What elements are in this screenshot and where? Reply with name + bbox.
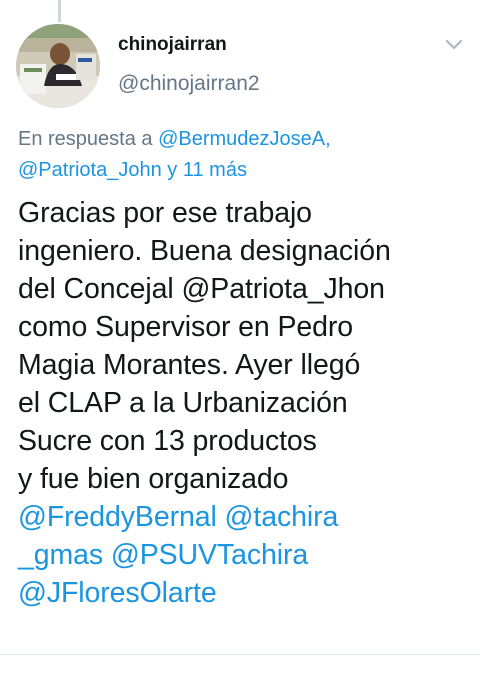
thread-connector-line <box>58 0 61 22</box>
mention-link[interactable]: @tachira <box>225 501 339 533</box>
tweet-text-line: Sucre con 13 productos <box>18 425 317 457</box>
tweet-mention-line: _gmas @PSUVTachira <box>18 536 468 574</box>
tweet-text-line: Gracias por ese trabajo <box>18 197 312 229</box>
reply-mention-link[interactable]: @BermudezJoseA, <box>158 128 331 150</box>
divider <box>0 654 480 655</box>
mention-link[interactable]: @JFloresOlarte <box>18 577 217 609</box>
tweet-text-line: como Supervisor en Pedro <box>18 311 354 343</box>
mention-link[interactable]: @PSUVTachira <box>111 539 308 571</box>
tweet-card[interactable]: chinojairran @chinojairran2 En respuesta… <box>0 0 480 673</box>
reply-prefix: En respuesta a <box>18 128 153 150</box>
avatar-photo <box>16 24 100 108</box>
tweet-text: Gracias por ese trabajo ingeniero. Buena… <box>18 194 468 612</box>
user-handle[interactable]: @chinojairran2 <box>118 72 260 96</box>
tweet-text-line: Magia Morantes. Ayer llegó <box>18 349 361 381</box>
tweet-text-line: ingeniero. Buena designación <box>18 235 391 267</box>
reply-more-link[interactable]: y 11 más <box>167 159 247 181</box>
mention-link[interactable]: @FreddyBernal <box>18 501 217 533</box>
mention-link[interactable]: _gmas <box>18 539 103 571</box>
tweet-text-line: el CLAP a la Urbanización <box>18 387 348 419</box>
reply-mention-link[interactable]: @Patriota_John <box>18 159 162 181</box>
display-name[interactable]: chinojairran <box>118 34 227 56</box>
tweet-text-line: del Concejal @Patriota_Jhon <box>18 273 385 305</box>
avatar[interactable] <box>16 24 100 108</box>
tweet-text-line: y fue bien organizado <box>18 463 289 495</box>
tweet-mention-line: @FreddyBernal @tachira <box>18 498 468 536</box>
chevron-down-icon[interactable] <box>444 38 464 52</box>
tweet-mention-line: @JFloresOlarte <box>18 574 468 612</box>
reply-context: En respuesta a @BermudezJoseA, @Patriota… <box>18 124 458 186</box>
